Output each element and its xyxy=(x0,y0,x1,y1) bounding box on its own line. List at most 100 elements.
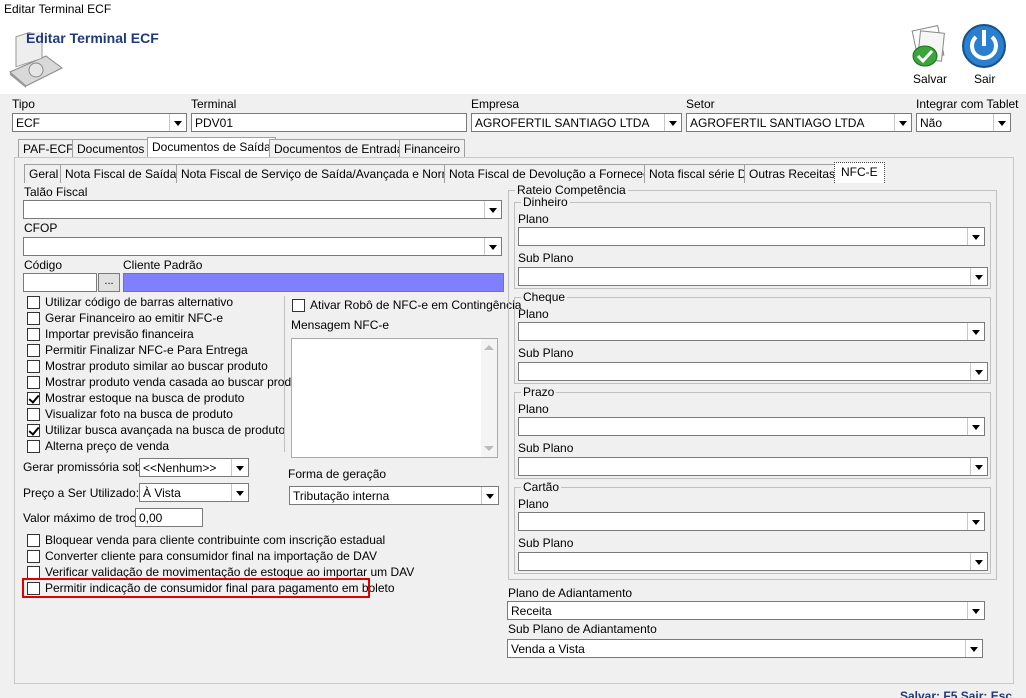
forma-value: Tributação interna xyxy=(293,489,390,503)
save-button[interactable]: Salvar xyxy=(906,22,952,86)
adiant-label: Plano de Adiantamento xyxy=(508,586,633,600)
terminal-label: Terminal xyxy=(191,97,237,111)
tab-outras-receitas[interactable]: Outras Receitas xyxy=(744,164,841,183)
dropdown-arrow-icon xyxy=(965,640,982,657)
power-icon xyxy=(962,24,1006,68)
option-checkbox[interactable]: Verificar validação de movimentação de e… xyxy=(27,565,414,579)
sub-adiant-select[interactable]: Venda a Vista xyxy=(507,639,983,658)
forma-select[interactable]: Tributação interna xyxy=(289,486,499,505)
option-checkbox[interactable]: Gerar Financeiro ao emitir NFC-e xyxy=(27,311,223,325)
adiant-select[interactable]: Receita xyxy=(507,601,985,620)
option-checkbox[interactable]: Converter cliente para consumidor final … xyxy=(27,549,377,563)
preco-select[interactable]: À Vista xyxy=(139,483,249,502)
option-checkbox[interactable]: Utilizar busca avançada na busca de prod… xyxy=(27,423,285,437)
troco-input[interactable]: 0,00 xyxy=(135,508,203,527)
subplano-select[interactable] xyxy=(518,552,988,571)
checkbox-box xyxy=(27,343,40,357)
subgroup-title: Prazo xyxy=(521,385,557,399)
checkbox-label: Bloquear venda para cliente contribuinte… xyxy=(45,533,386,547)
option-checkbox[interactable]: Mostrar estoque na busca de produto xyxy=(27,391,244,405)
talao-label: Talão Fiscal xyxy=(24,185,88,199)
dropdown-arrow-icon xyxy=(169,114,186,131)
plano-select[interactable] xyxy=(518,322,985,341)
option-checkbox[interactable]: Alterna preço de venda xyxy=(27,439,169,453)
tab-financeiro[interactable]: Financeiro xyxy=(399,139,466,158)
codigo-label: Código xyxy=(24,258,63,272)
checkbox-box xyxy=(27,327,40,341)
promissoria-select[interactable]: <<Nenhum>> xyxy=(139,458,249,477)
cfop-select[interactable] xyxy=(23,237,502,256)
plano-label: Plano xyxy=(518,402,549,416)
talao-select[interactable] xyxy=(23,200,502,219)
window-title-bar: Editar Terminal ECF xyxy=(0,0,1026,20)
textarea-scrollbar[interactable] xyxy=(481,339,497,457)
option-checkbox[interactable]: Importar previsão financeira xyxy=(27,327,194,341)
checkbox-box xyxy=(27,439,40,453)
tipo-label: Tipo xyxy=(12,97,35,111)
checkbox-label: Converter cliente para consumidor final … xyxy=(45,549,377,563)
subplano-label: Sub Plano xyxy=(518,346,574,360)
subplano-select[interactable] xyxy=(518,267,988,286)
option-checkbox[interactable]: Mostrar produto venda casada ao buscar p… xyxy=(27,375,308,389)
tab-documentos-saida[interactable]: Documentos de Saída xyxy=(147,137,276,158)
subplano-select[interactable] xyxy=(518,457,988,476)
dropdown-arrow-icon xyxy=(484,201,501,218)
checkbox-label: Mostrar estoque na busca de produto xyxy=(45,391,245,405)
tab-documentos[interactable]: Documentos xyxy=(72,139,150,158)
tablet-select[interactable]: Não xyxy=(916,113,1011,132)
empresa-label: Empresa xyxy=(471,97,520,111)
subplano-label: Sub Plano xyxy=(518,441,574,455)
option-checkbox[interactable]: Mostrar produto similar ao buscar produt… xyxy=(27,359,268,373)
option-checkbox[interactable]: Permitir Finalizar NFC-e Para Entrega xyxy=(27,343,248,357)
dropdown-arrow-icon xyxy=(664,114,681,131)
scroll-up-icon xyxy=(484,345,494,350)
dropdown-arrow-icon xyxy=(967,228,984,245)
option-checkbox[interactable]: Visualizar foto na busca de produto xyxy=(27,407,233,421)
search-cliente-button[interactable]: ... xyxy=(98,273,120,292)
tab-geral[interactable]: Geral xyxy=(24,164,64,183)
dropdown-arrow-icon xyxy=(484,238,501,255)
robo-label: Ativar Robô de NFC-e em Contingência xyxy=(310,298,522,312)
cliente-field[interactable] xyxy=(123,273,504,292)
option-checkbox[interactable]: Utilizar código de barras alternativo xyxy=(27,295,233,309)
tab-nf-devolucao[interactable]: Nota Fiscal de Devolução a Fornecedor xyxy=(444,164,666,183)
scroll-down-icon xyxy=(484,446,494,451)
tab-paf-ecf[interactable]: PAF-ECF xyxy=(18,139,79,158)
dropdown-arrow-icon xyxy=(970,268,987,285)
tab-nf-saida[interactable]: Nota Fiscal de Saída xyxy=(60,164,182,183)
tab-documentos-entrada[interactable]: Documentos de Entrada xyxy=(269,139,409,158)
cfop-label: CFOP xyxy=(24,221,58,235)
dropdown-arrow-icon xyxy=(967,513,984,530)
terminal-value: PDV01 xyxy=(195,116,234,130)
codigo-input[interactable] xyxy=(23,273,97,292)
preco-label: Preço a Ser Utilizado: xyxy=(23,486,140,500)
mensagem-textarea[interactable] xyxy=(291,338,498,458)
checkbox-label: Utilizar código de barras alternativo xyxy=(45,295,234,309)
option-checkbox[interactable]: Bloquear venda para cliente contribuinte… xyxy=(27,533,385,547)
robo-checkbox[interactable]: Ativar Robô de NFC-e em Contingência xyxy=(292,298,521,312)
exit-button[interactable]: Sair xyxy=(958,22,1010,86)
tipo-select[interactable]: ECF xyxy=(12,113,187,132)
tab-nfce[interactable]: NFC-E xyxy=(834,162,885,183)
plano-select[interactable] xyxy=(518,227,985,246)
plano-select[interactable] xyxy=(518,512,985,531)
checkbox-box xyxy=(27,549,40,563)
sub-adiant-value: Venda a Vista xyxy=(511,642,585,656)
highlight-box xyxy=(22,578,370,598)
dropdown-arrow-icon xyxy=(970,458,987,475)
exit-label: Sair xyxy=(974,72,996,86)
empresa-select[interactable]: AGROFERTIL SANTIAGO LTDA xyxy=(471,113,682,132)
cliente-label: Cliente Padrão xyxy=(123,258,203,272)
tab-nf-servico[interactable]: Nota Fiscal de Serviço de Saída/Avançada… xyxy=(176,164,466,183)
dropdown-arrow-icon xyxy=(993,114,1010,131)
checkbox-box xyxy=(27,391,40,405)
plano-select[interactable] xyxy=(518,417,985,436)
setor-select[interactable]: AGROFERTIL SANTIAGO LTDA xyxy=(686,113,912,132)
tablet-value: Não xyxy=(920,116,943,130)
subplano-select[interactable] xyxy=(518,362,988,381)
checkbox-box xyxy=(27,407,40,421)
checkbox-label: Visualizar foto na busca de produto xyxy=(45,407,233,421)
terminal-input[interactable]: PDV01 xyxy=(191,113,467,132)
tab-nf-serie-d[interactable]: Nota fiscal série D xyxy=(644,164,752,183)
empresa-value: AGROFERTIL SANTIAGO LTDA xyxy=(475,116,650,130)
